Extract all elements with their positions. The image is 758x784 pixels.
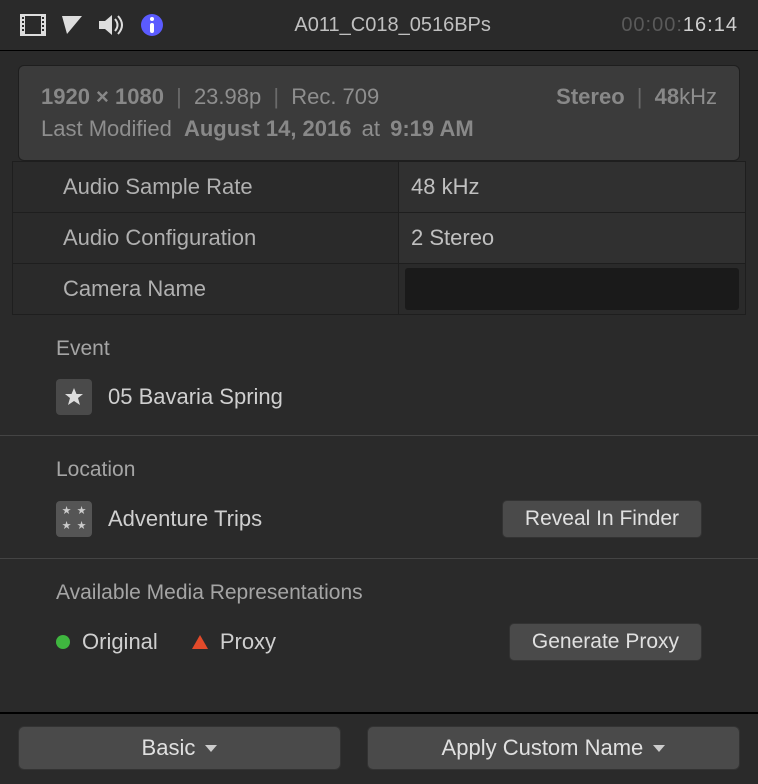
clip-duration: 00:00:16:14 <box>621 14 738 37</box>
inspector-header: A011_C018_0516BPs 00:00:16:14 <box>0 0 758 51</box>
proxy-media-status: Proxy <box>192 629 276 655</box>
audio-sample-rate-value[interactable]: 48 kHz <box>399 162 745 212</box>
proxy-status-icon <box>192 635 208 649</box>
location-row: ★★★★ Adventure Trips Reveal In Finder <box>56 500 702 538</box>
event-name: 05 Bavaria Spring <box>108 384 283 410</box>
media-section: Available Media Representations Original… <box>0 559 758 681</box>
location-section: Location ★★★★ Adventure Trips Reveal In … <box>0 436 758 559</box>
clip-name: A011_C018_0516BPs <box>294 14 490 37</box>
camera-name-row: Camera Name <box>13 263 745 314</box>
audio-tab-icon[interactable] <box>98 14 126 36</box>
camera-name-field[interactable] <box>405 268 739 310</box>
library-icon: ★★★★ <box>56 501 92 537</box>
audio-config-label: Audio Configuration <box>13 213 399 263</box>
generate-proxy-button[interactable]: Generate Proxy <box>509 623 702 661</box>
location-label: Location <box>56 458 702 482</box>
audio-config-value[interactable]: 2 Stereo <box>399 213 745 263</box>
audio-config-row: Audio Configuration 2 Stereo <box>13 212 745 263</box>
info-inspector: A011_C018_0516BPs 00:00:16:14 1920 × 108… <box>0 0 758 784</box>
inspector-tabs <box>20 13 164 37</box>
info-tab-icon[interactable] <box>140 13 164 37</box>
metadata-view-dropdown[interactable]: Basic <box>18 726 341 770</box>
inspector-footer: Basic Apply Custom Name <box>0 712 758 784</box>
event-label: Event <box>56 337 702 361</box>
event-section: Event 05 Bavaria Spring <box>0 315 758 436</box>
original-media-status: Original <box>56 629 158 655</box>
chevron-down-icon <box>653 745 665 752</box>
summary-modified-row: Last Modified August 14, 2016 at 9:19 AM <box>41 116 717 142</box>
original-status-icon <box>56 635 70 649</box>
apply-custom-name-dropdown[interactable]: Apply Custom Name <box>367 726 740 770</box>
reveal-in-finder-button[interactable]: Reveal In Finder <box>502 500 702 538</box>
generator-tab-icon[interactable] <box>60 14 84 36</box>
media-label: Available Media Representations <box>56 581 702 605</box>
location-name: Adventure Trips <box>108 506 262 532</box>
chevron-down-icon <box>205 745 217 752</box>
clip-summary: 1920 × 1080 | 23.98p | Rec. 709 Stereo |… <box>18 65 740 161</box>
event-icon <box>56 379 92 415</box>
clip-properties: Audio Sample Rate 48 kHz Audio Configura… <box>12 161 746 315</box>
audio-sample-rate-label: Audio Sample Rate <box>13 162 399 212</box>
summary-format-row: 1920 × 1080 | 23.98p | Rec. 709 Stereo |… <box>41 84 717 110</box>
event-row: 05 Bavaria Spring <box>56 379 702 415</box>
camera-name-label: Camera Name <box>13 264 399 314</box>
audio-sample-rate-row: Audio Sample Rate 48 kHz <box>13 161 745 212</box>
video-tab-icon[interactable] <box>20 14 46 36</box>
media-row: Original Proxy Generate Proxy <box>56 623 702 661</box>
